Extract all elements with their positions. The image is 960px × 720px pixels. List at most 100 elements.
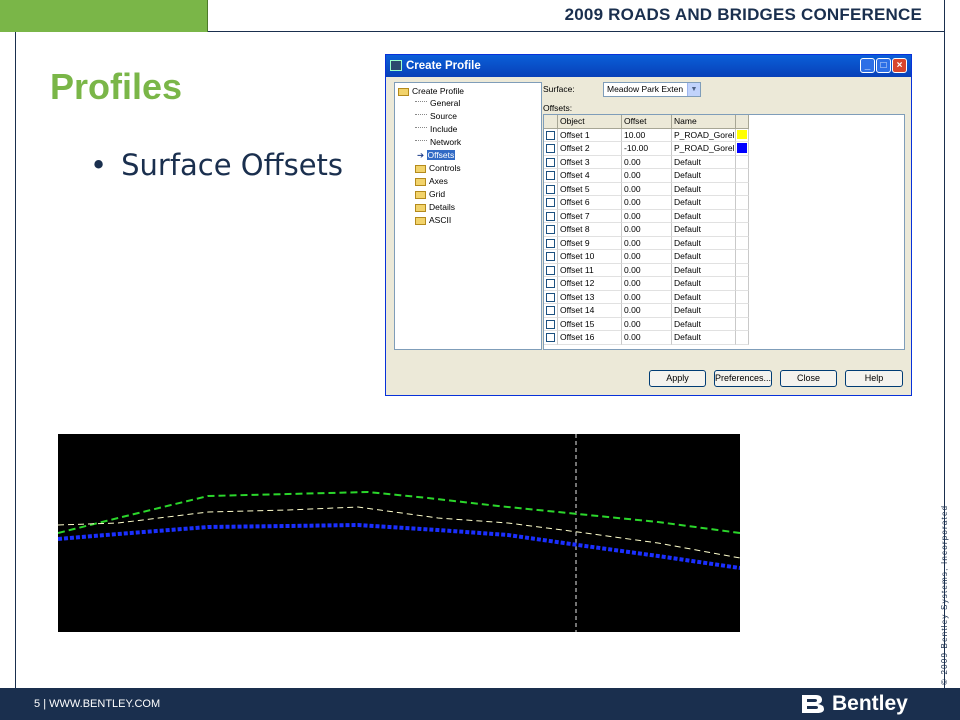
close-window-button[interactable]: ×	[892, 58, 907, 73]
table-row[interactable]: Offset 4 0.00 Default	[544, 169, 904, 183]
tree-item-include[interactable]: Include	[430, 124, 457, 134]
row-checkbox-cell[interactable]	[544, 209, 558, 223]
name-cell[interactable]: Default	[672, 250, 736, 264]
offset-cell[interactable]: 0.00	[622, 182, 672, 196]
object-cell[interactable]: Offset 2	[558, 142, 622, 156]
offset-cell[interactable]: 0.00	[622, 250, 672, 264]
row-checkbox[interactable]	[546, 279, 555, 288]
offset-cell[interactable]: -10.00	[622, 142, 672, 156]
row-checkbox[interactable]	[546, 211, 555, 221]
object-cell[interactable]: Offset 14	[558, 304, 622, 318]
name-cell[interactable]: Default	[672, 155, 736, 169]
offset-cell[interactable]: 0.00	[622, 317, 672, 331]
offset-cell[interactable]: 0.00	[622, 277, 672, 291]
row-checkbox[interactable]	[546, 184, 555, 194]
row-checkbox-cell[interactable]	[544, 290, 558, 304]
dialog-titlebar[interactable]: Create Profile _ □ ×	[386, 55, 911, 77]
minimize-button[interactable]: _	[860, 58, 875, 73]
color-cell[interactable]	[736, 182, 749, 196]
offset-cell[interactable]: 0.00	[622, 223, 672, 237]
name-cell[interactable]: Default	[672, 236, 736, 250]
row-checkbox[interactable]	[546, 225, 555, 234]
name-cell[interactable]: Default	[672, 209, 736, 223]
row-checkbox-cell[interactable]	[544, 250, 558, 264]
row-checkbox[interactable]	[546, 144, 555, 153]
table-row[interactable]: Offset 6 0.00 Default	[544, 196, 904, 210]
name-cell[interactable]: P_ROAD_Gorel	[672, 128, 736, 142]
name-cell[interactable]: Default	[672, 290, 736, 304]
color-cell[interactable]	[736, 142, 749, 156]
offset-cell[interactable]: 0.00	[622, 331, 672, 345]
object-cell[interactable]: Offset 13	[558, 290, 622, 304]
object-cell[interactable]: Offset 11	[558, 263, 622, 277]
color-cell[interactable]	[736, 196, 749, 210]
row-checkbox[interactable]	[546, 252, 555, 261]
object-cell[interactable]: Offset 6	[558, 196, 622, 210]
offset-cell[interactable]: 0.00	[622, 290, 672, 304]
tree-item-network[interactable]: Network	[430, 137, 461, 147]
color-cell[interactable]	[736, 155, 749, 169]
row-checkbox-cell[interactable]	[544, 155, 558, 169]
object-cell[interactable]: Offset 4	[558, 169, 622, 183]
row-checkbox[interactable]	[546, 157, 555, 167]
maximize-button[interactable]: □	[876, 58, 891, 73]
offset-cell[interactable]: 0.00	[622, 169, 672, 183]
table-row[interactable]: Offset 16 0.00 Default	[544, 331, 904, 345]
row-checkbox-cell[interactable]	[544, 331, 558, 345]
color-cell[interactable]	[736, 128, 749, 142]
table-row[interactable]: Offset 5 0.00 Default	[544, 182, 904, 196]
chevron-down-icon[interactable]: ▼	[687, 83, 700, 96]
table-row[interactable]: Offset 10 0.00 Default	[544, 250, 904, 264]
column-header-object[interactable]: Object	[558, 115, 622, 129]
color-cell[interactable]	[736, 223, 749, 237]
offset-cell[interactable]: 0.00	[622, 196, 672, 210]
row-checkbox-cell[interactable]	[544, 277, 558, 291]
color-cell[interactable]	[736, 304, 749, 318]
name-cell[interactable]: Default	[672, 223, 736, 237]
color-cell[interactable]	[736, 236, 749, 250]
row-checkbox-cell[interactable]	[544, 196, 558, 210]
color-cell[interactable]	[736, 277, 749, 291]
color-cell[interactable]	[736, 250, 749, 264]
tree-item-source[interactable]: Source	[430, 111, 457, 121]
row-checkbox[interactable]	[546, 198, 555, 207]
tree-root[interactable]: Create Profile	[398, 86, 464, 96]
row-checkbox-cell[interactable]	[544, 263, 558, 277]
object-cell[interactable]: Offset 3	[558, 155, 622, 169]
object-cell[interactable]: Offset 16	[558, 331, 622, 345]
name-cell[interactable]: Default	[672, 277, 736, 291]
offset-cell[interactable]: 0.00	[622, 304, 672, 318]
object-cell[interactable]: Offset 1	[558, 128, 622, 142]
row-checkbox[interactable]	[546, 130, 555, 140]
color-cell[interactable]	[736, 169, 749, 183]
object-cell[interactable]: Offset 15	[558, 317, 622, 331]
row-checkbox-cell[interactable]	[544, 142, 558, 156]
table-row[interactable]: Offset 12 0.00 Default	[544, 277, 904, 291]
offset-cell[interactable]: 0.00	[622, 236, 672, 250]
name-cell[interactable]: Default	[672, 317, 736, 331]
offset-cell[interactable]: 0.00	[622, 209, 672, 223]
name-cell[interactable]: Default	[672, 169, 736, 183]
row-checkbox[interactable]	[546, 265, 555, 275]
row-checkbox-cell[interactable]	[544, 304, 558, 318]
table-row[interactable]: Offset 8 0.00 Default	[544, 223, 904, 237]
color-cell[interactable]	[736, 317, 749, 331]
table-row[interactable]: Offset 14 0.00 Default	[544, 304, 904, 318]
column-header-offset[interactable]: Offset	[622, 115, 672, 129]
table-row[interactable]: Offset 13 0.00 Default	[544, 290, 904, 304]
offset-cell[interactable]: 0.00	[622, 263, 672, 277]
row-checkbox[interactable]	[546, 333, 555, 342]
object-cell[interactable]: Offset 12	[558, 277, 622, 291]
tree-item-grid[interactable]: Grid	[415, 189, 445, 199]
tree-item-general[interactable]: General	[430, 98, 460, 108]
row-checkbox-cell[interactable]	[544, 128, 558, 142]
object-cell[interactable]: Offset 5	[558, 182, 622, 196]
color-cell[interactable]	[736, 209, 749, 223]
offset-cell[interactable]: 0.00	[622, 155, 672, 169]
table-row[interactable]: Offset 7 0.00 Default	[544, 209, 904, 223]
row-checkbox[interactable]	[546, 171, 555, 180]
row-checkbox-cell[interactable]	[544, 317, 558, 331]
help-button[interactable]: Help	[845, 370, 903, 387]
tree-item-ascii[interactable]: ASCII	[415, 215, 451, 225]
name-cell[interactable]: Default	[672, 304, 736, 318]
